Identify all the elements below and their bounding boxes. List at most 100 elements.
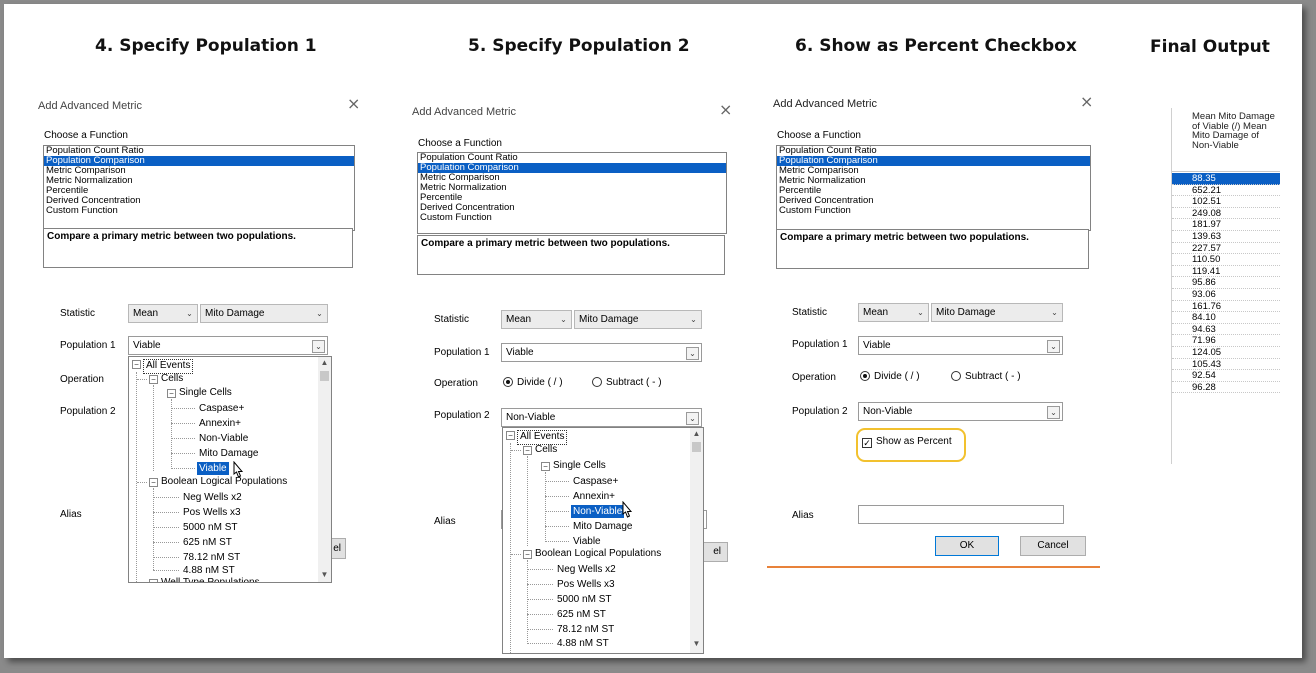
divide-radio[interactable]: Divide ( / ) bbox=[503, 377, 563, 388]
tree-item-annexin[interactable]: Annexin+ bbox=[199, 417, 241, 430]
table-row[interactable]: 110.50 bbox=[1172, 254, 1280, 266]
population1-dropdown-tree[interactable]: − All Events − Cells − Single Cells Casp… bbox=[128, 356, 332, 583]
statistic-value: Mean bbox=[506, 314, 532, 325]
table-row[interactable]: 139.63 bbox=[1172, 231, 1280, 243]
metric-select[interactable]: Mito Damage ⌄ bbox=[200, 304, 328, 323]
tree-item-5000[interactable]: 5000 nM ST bbox=[557, 593, 611, 606]
tree-item-annexin[interactable]: Annexin+ bbox=[573, 490, 615, 503]
close-icon[interactable]: × bbox=[1080, 92, 1093, 111]
metric-select[interactable]: Mito Damage ⌄ bbox=[931, 303, 1063, 322]
alias-input[interactable] bbox=[858, 505, 1064, 524]
tree-item-non-viable[interactable]: Non-Viable bbox=[199, 432, 248, 445]
collapse-icon[interactable]: − bbox=[523, 446, 532, 455]
tree-item-cells[interactable]: Cells bbox=[535, 443, 557, 456]
tree-item-pos-wells[interactable]: Pos Wells x3 bbox=[557, 578, 615, 591]
table-row[interactable]: 161.76 bbox=[1172, 301, 1280, 313]
population1-select[interactable]: Viable ⌄ bbox=[128, 336, 328, 355]
function-item[interactable]: Custom Function bbox=[44, 206, 354, 216]
show-as-percent-checkbox[interactable]: ✓ Show as Percent bbox=[862, 436, 952, 448]
statistic-select[interactable]: Mean ⌄ bbox=[858, 303, 929, 322]
function-item[interactable]: Metric Normalization bbox=[418, 183, 726, 193]
table-row[interactable]: 84.10 bbox=[1172, 312, 1280, 324]
tree-item-single-cells[interactable]: Single Cells bbox=[553, 459, 606, 472]
scroll-down-icon[interactable]: ▼ bbox=[318, 569, 331, 581]
function-item[interactable]: Metric Normalization bbox=[777, 176, 1090, 186]
tree-item-boolean[interactable]: Boolean Logical Populations bbox=[161, 475, 287, 488]
tree-scrollbar[interactable]: ▲ ▼ bbox=[690, 428, 703, 653]
statistic-select[interactable]: Mean ⌄ bbox=[501, 310, 572, 329]
close-icon[interactable]: × bbox=[719, 100, 732, 119]
collapse-icon[interactable]: − bbox=[132, 360, 141, 369]
function-list[interactable]: Population Count Ratio Population Compar… bbox=[776, 145, 1091, 231]
cancel-button[interactable]: Cancel bbox=[1020, 536, 1086, 556]
tree-item-single-cells[interactable]: Single Cells bbox=[179, 386, 232, 399]
tree-item-cells[interactable]: Cells bbox=[161, 372, 183, 385]
table-row[interactable]: 181.97 bbox=[1172, 219, 1280, 231]
table-row[interactable]: 652.21 bbox=[1172, 185, 1280, 197]
scroll-up-icon[interactable]: ▲ bbox=[318, 357, 331, 369]
tree-item-neg-wells[interactable]: Neg Wells x2 bbox=[557, 563, 616, 576]
tree-item-625[interactable]: 625 nM ST bbox=[557, 608, 606, 621]
table-row[interactable]: 92.54 bbox=[1172, 370, 1280, 382]
scroll-down-icon[interactable]: ▼ bbox=[690, 638, 703, 650]
table-row[interactable]: 95.86 bbox=[1172, 277, 1280, 289]
expand-icon[interactable]: − bbox=[149, 579, 158, 582]
table-row[interactable]: 71.96 bbox=[1172, 335, 1280, 347]
function-item[interactable]: Metric Normalization bbox=[44, 176, 354, 186]
population2-dropdown-tree[interactable]: − All Events − Cells − Single Cells Casp… bbox=[502, 427, 704, 654]
ok-button[interactable]: OK bbox=[935, 536, 999, 556]
function-description: Compare a primary metric between two pop… bbox=[776, 229, 1089, 269]
population2-select[interactable]: Non-Viable ⌄ bbox=[501, 408, 702, 427]
scroll-thumb[interactable] bbox=[320, 371, 329, 381]
table-row[interactable]: 249.08 bbox=[1172, 208, 1280, 220]
collapse-icon[interactable]: − bbox=[506, 431, 515, 440]
table-row[interactable]: 102.51 bbox=[1172, 196, 1280, 208]
function-list[interactable]: Population Count Ratio Population Compar… bbox=[417, 152, 727, 234]
tree-item-4-88[interactable]: 4.88 nM ST bbox=[557, 637, 609, 650]
statistic-select[interactable]: Mean ⌄ bbox=[128, 304, 198, 323]
scroll-up-icon[interactable]: ▲ bbox=[690, 428, 703, 440]
close-icon[interactable]: × bbox=[347, 94, 360, 113]
subtract-radio[interactable]: Subtract ( - ) bbox=[592, 377, 662, 388]
table-row[interactable]: 94.63 bbox=[1172, 324, 1280, 336]
function-list[interactable]: Population Count Ratio Population Compar… bbox=[43, 145, 355, 231]
tree-item-well-type[interactable]: Well Type Populations bbox=[161, 576, 260, 582]
divide-radio[interactable]: Divide ( / ) bbox=[860, 371, 920, 382]
tree-item-pos-wells[interactable]: Pos Wells x3 bbox=[183, 506, 241, 519]
function-item[interactable]: Custom Function bbox=[777, 206, 1090, 216]
table-row[interactable]: 119.41 bbox=[1172, 266, 1280, 278]
tree-scrollbar[interactable]: ▲ ▼ bbox=[318, 357, 331, 582]
tree-item-viable-selected[interactable]: Viable bbox=[197, 462, 229, 475]
population1-select[interactable]: Viable ⌄ bbox=[858, 336, 1063, 355]
collapse-icon[interactable]: − bbox=[167, 389, 176, 398]
tree-item-caspase[interactable]: Caspase+ bbox=[199, 402, 244, 415]
tree-item-caspase[interactable]: Caspase+ bbox=[573, 475, 618, 488]
collapse-icon[interactable]: − bbox=[149, 375, 158, 384]
collapse-icon[interactable]: − bbox=[541, 462, 550, 471]
statistic-label: Statistic bbox=[792, 307, 828, 318]
tree-item-78[interactable]: 78.12 nM ST bbox=[183, 551, 240, 564]
population2-select[interactable]: Non-Viable ⌄ bbox=[858, 402, 1063, 421]
collapse-icon[interactable]: − bbox=[149, 478, 158, 487]
tree-item-non-viable-selected[interactable]: Non-Viable bbox=[571, 505, 625, 518]
table-row[interactable]: 93.06 bbox=[1172, 289, 1280, 301]
column-header[interactable]: Mean Mito Damage of Viable (/) Mean Mito… bbox=[1172, 108, 1280, 172]
population1-select[interactable]: Viable ⌄ bbox=[501, 343, 702, 362]
tree-item-78[interactable]: 78.12 nM ST bbox=[557, 623, 614, 636]
subtract-radio[interactable]: Subtract ( - ) bbox=[951, 371, 1021, 382]
scroll-thumb[interactable] bbox=[692, 442, 701, 452]
function-item[interactable]: Custom Function bbox=[418, 213, 726, 223]
tree-item-5000[interactable]: 5000 nM ST bbox=[183, 521, 237, 534]
tree-item-boolean[interactable]: Boolean Logical Populations bbox=[535, 547, 661, 560]
table-row[interactable]: 227.57 bbox=[1172, 243, 1280, 255]
tree-item-mito-damage[interactable]: Mito Damage bbox=[573, 520, 632, 533]
metric-select[interactable]: Mito Damage ⌄ bbox=[574, 310, 702, 329]
collapse-icon[interactable]: − bbox=[523, 550, 532, 559]
table-row[interactable]: 96.28 bbox=[1172, 382, 1280, 394]
tree-item-neg-wells[interactable]: Neg Wells x2 bbox=[183, 491, 242, 504]
table-row[interactable]: 105.43 bbox=[1172, 359, 1280, 371]
table-row[interactable]: 124.05 bbox=[1172, 347, 1280, 359]
tree-item-mito-damage[interactable]: Mito Damage bbox=[199, 447, 258, 460]
tree-item-625[interactable]: 625 nM ST bbox=[183, 536, 232, 549]
table-row-selected[interactable]: 88.35 bbox=[1172, 173, 1280, 185]
